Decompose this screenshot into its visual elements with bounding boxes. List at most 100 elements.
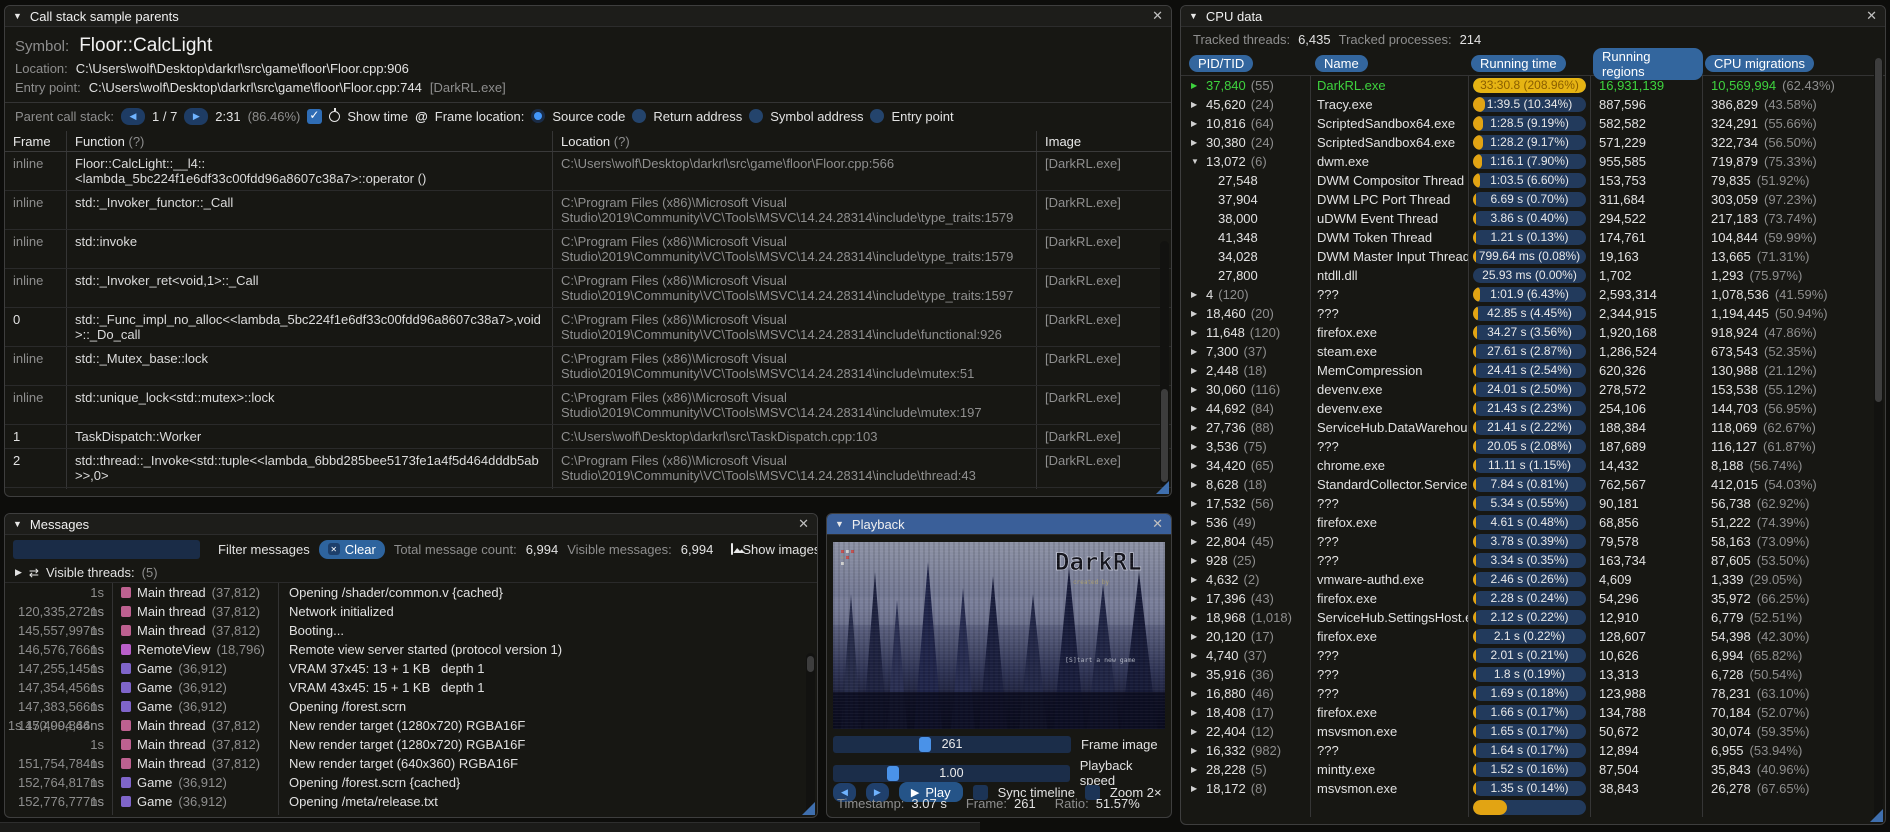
expand-arrow-icon[interactable]: ▶ [1191,380,1201,399]
filter-input[interactable] [13,539,200,559]
expand-arrow-icon[interactable]: ▶ [1191,399,1201,418]
expand-arrow-icon[interactable]: ▶ [1191,551,1201,570]
callstack-table-row[interactable]: 1 TaskDispatch::Worker C:\Users\wolf\Des… [5,425,1171,449]
callstack-table-row[interactable]: inline std::_Mutex_base::lock C:\Program… [5,347,1171,386]
close-icon[interactable]: ✕ [1866,8,1877,24]
cpu-table-row[interactable]: 37,904 DWM LPC Port Thread 6.69 s (0.70%… [1181,190,1885,209]
cpu-table-row[interactable]: 41,348 DWM Token Thread 1.21 s (0.13%) 1… [1181,228,1885,247]
next-stack-button[interactable]: ▶ [184,107,209,125]
cpu-table-row[interactable]: ▶ 18,968 (1,018) ServiceHub.SettingsHost… [1181,608,1885,627]
cpu-table-row[interactable]: ▶ 10,816 (64) ScriptedSandbox64.exe 1:28… [1181,114,1885,133]
radio-entry-point[interactable] [870,109,885,123]
cpu-scrollbar[interactable] [1874,58,1883,822]
message-row[interactable]: 1s 150,994,64ns Main thread (37,812) New… [5,716,817,735]
expand-arrow-icon[interactable]: ▼ [1191,152,1201,171]
cpu-table-row[interactable]: ▶ 17,532 (56) ??? 5.34 s (0.55%) 90,181 … [1181,494,1885,513]
cpu-table-row[interactable]: ▶ 4,632 (2) vmware-authd.exe 2.46 s (0.2… [1181,570,1885,589]
expand-arrow-icon[interactable]: ▶ [1191,760,1201,779]
expand-arrow-icon[interactable]: ▶ [1191,133,1201,152]
expand-arrow-icon[interactable]: ▶ [1191,285,1201,304]
cpu-table-row[interactable]: ▶ 16,880 (46) ??? 1.69 s (0.18%) 123,988… [1181,684,1885,703]
collapse-icon[interactable]: ▼ [13,11,22,21]
cpu-table-row[interactable]: ▶ 928 (25) ??? 3.34 s (0.35%) 163,734 87… [1181,551,1885,570]
cpu-table-row[interactable]: ▶ 11,648 (120) firefox.exe 34.27 s (3.56… [1181,323,1885,342]
expand-arrow-icon[interactable]: ▶ [1191,608,1201,627]
callstack-table-row[interactable]: 0 std::_Func_impl_no_alloc<<lambda_5bc22… [5,308,1171,347]
cpu-table-row[interactable] [1181,798,1885,817]
column-header-name[interactable]: Name [1315,55,1368,72]
column-header-cpu-migrations[interactable]: CPU migrations [1705,55,1815,72]
playback-speed-slider[interactable]: 1.00 [833,764,1070,782]
cpu-table-row[interactable]: 27,800 ntdll.dll 25.93 ms (0.00%) 1,702 … [1181,266,1885,285]
cpu-table-row[interactable]: ▶ 7,300 (37) steam.exe 27.61 s (2.87%) 1… [1181,342,1885,361]
cpu-table-row[interactable]: ▶ 22,804 (45) ??? 3.78 s (0.39%) 79,578 … [1181,532,1885,551]
callstack-table-row[interactable]: 3 beginthreadex [unknown] [ucrtbase.dll] [5,488,1171,489]
close-icon[interactable]: ✕ [798,516,809,532]
column-header-frame[interactable]: Frame [5,131,67,151]
expand-arrow-icon[interactable]: ▶ [1191,494,1201,513]
expand-arrow-icon[interactable]: ▶ [1191,418,1201,437]
message-row[interactable]: 1s 120,335,272ns Main thread (37,812) Op… [5,583,817,619]
cpu-table-row[interactable]: ▶ 37,840 (55) DarkRL.exe 33:30.8 (208.96… [1181,76,1885,95]
expand-arrow-icon[interactable]: ▶ [1191,475,1201,494]
message-row[interactable]: 1s 152,776,777ns Game (36,912) Opening /… [5,773,817,809]
cpu-table-row[interactable]: ▶ 28,228 (5) mintty.exe 1.52 s (0.16%) 8… [1181,760,1885,779]
column-header-pid-tid[interactable]: PID/TID [1189,55,1254,72]
message-row[interactable]: 1s 145,557,997ns Main thread (37,812) Ne… [5,602,817,638]
expand-arrow-icon[interactable]: ▶ [1191,589,1201,608]
message-row[interactable]: 1s 153,116,37ns Game (36,912) Intro menu… [5,811,817,815]
expand-arrow-icon[interactable]: ▶ [1191,114,1201,133]
callstack-table-row[interactable]: inline std::_Invoker_ret<void,1>::_Call … [5,269,1171,308]
message-row[interactable]: 1s 147,354,456ns Game (36,912) VRAM 37x4… [5,659,817,695]
expand-arrow-icon[interactable]: ▶ [1191,627,1201,646]
cpu-table-row[interactable]: ▶ 2,448 (18) MemCompression 24.41 s (2.5… [1181,361,1885,380]
callstack-table-row[interactable]: inline std::_Invoker_functor::_Call C:\P… [5,191,1171,230]
frame-image-slider[interactable]: 261 [833,736,1071,753]
column-header-image[interactable]: Image [1037,131,1171,151]
cpu-table-row[interactable]: ▶ 16,332 (982) ??? 1.64 s (0.17%) 12,894… [1181,741,1885,760]
visible-threads-row[interactable]: ▶ ⇄ Visible threads: (5) [5,563,817,583]
cpu-table-row[interactable]: 38,000 uDWM Event Thread 3.86 s (0.40%) … [1181,209,1885,228]
cpu-table-row[interactable]: ▶ 34,420 (65) chrome.exe 11.11 s (1.15%)… [1181,456,1885,475]
collapse-icon[interactable]: ▼ [13,519,22,529]
callstack-table-row[interactable]: inline std::invoke C:\Program Files (x86… [5,230,1171,269]
cpu-table-row[interactable]: ▶ 536 (49) firefox.exe 4.61 s (0.48%) 68… [1181,513,1885,532]
message-row[interactable]: 1s 147,400,846ns Game (36,912) Opening /… [5,697,817,733]
cpu-table-row[interactable]: ▶ 18,408 (17) firefox.exe 1.66 s (0.17%)… [1181,703,1885,722]
column-header-function[interactable]: Function (?) [67,131,553,151]
close-icon[interactable]: ✕ [1152,8,1163,24]
expand-arrow-icon[interactable]: ▶ [1191,304,1201,323]
cpu-table-row[interactable]: ▶ 30,060 (116) devenv.exe 24.01 s (2.50%… [1181,380,1885,399]
expand-arrow-icon[interactable]: ▶ [1191,570,1201,589]
cpu-table-row[interactable]: ▶ 27,736 (88) ServiceHub.DataWarehouse 2… [1181,418,1885,437]
expand-arrow-icon[interactable]: ▶ [1191,665,1201,684]
resize-grip[interactable] [1156,481,1169,494]
cpu-table-row[interactable]: ▶ 22,404 (12) msvsmon.exe 1.65 s (0.17%)… [1181,722,1885,741]
message-row[interactable]: 1s 151,754,784ns Main thread (37,812) Ne… [5,735,817,771]
expand-arrow-icon[interactable]: ▶ [1191,779,1201,798]
expand-arrow-icon[interactable]: ▶ [1191,703,1201,722]
collapse-icon[interactable]: ▼ [1189,11,1198,21]
column-header-running-time[interactable]: Running time [1471,55,1566,72]
message-row[interactable]: 1s 152,764,817ns Main thread (37,812) Ne… [5,754,817,790]
expand-arrow-icon[interactable]: ▶ [1191,361,1201,380]
resize-grip[interactable] [1870,809,1883,822]
cpu-table-row[interactable]: ▶ 18,460 (20) ??? 42.85 s (4.45%) 2,344,… [1181,304,1885,323]
radio-source-code[interactable] [531,109,546,123]
cpu-table-row[interactable]: ▶ 8,628 (18) StandardCollector.Service.e… [1181,475,1885,494]
cpu-table-row[interactable]: ▶ 35,916 (36) ??? 1.8 s (0.19%) 13,313 6… [1181,665,1885,684]
expand-arrow-icon[interactable]: ▶ [1191,646,1201,665]
collapse-icon[interactable]: ▼ [835,519,844,529]
clear-button[interactable]: ✕ Clear [318,539,385,559]
expand-arrow-icon[interactable]: ▶ [1191,437,1201,456]
column-header-location[interactable]: Location (?) [553,131,1037,151]
cpu-table-row[interactable]: ▶ 44,692 (84) devenv.exe 21.43 s (2.23%)… [1181,399,1885,418]
radio-symbol-address[interactable] [749,109,764,123]
radio-return-address[interactable] [632,109,647,123]
expand-arrow-icon[interactable]: ▶ [1191,684,1201,703]
expand-arrow-icon[interactable]: ▶ [1191,532,1201,551]
cpu-table-row[interactable]: ▶ 45,620 (24) Tracy.exe 1:39.5 (10.34%) … [1181,95,1885,114]
scrollbar-thumb[interactable] [1875,58,1882,402]
expand-icon[interactable]: ▶ [15,567,22,578]
cpu-table-row[interactable]: ▶ 4,740 (37) ??? 2.01 s (0.21%) 10,626 6… [1181,646,1885,665]
